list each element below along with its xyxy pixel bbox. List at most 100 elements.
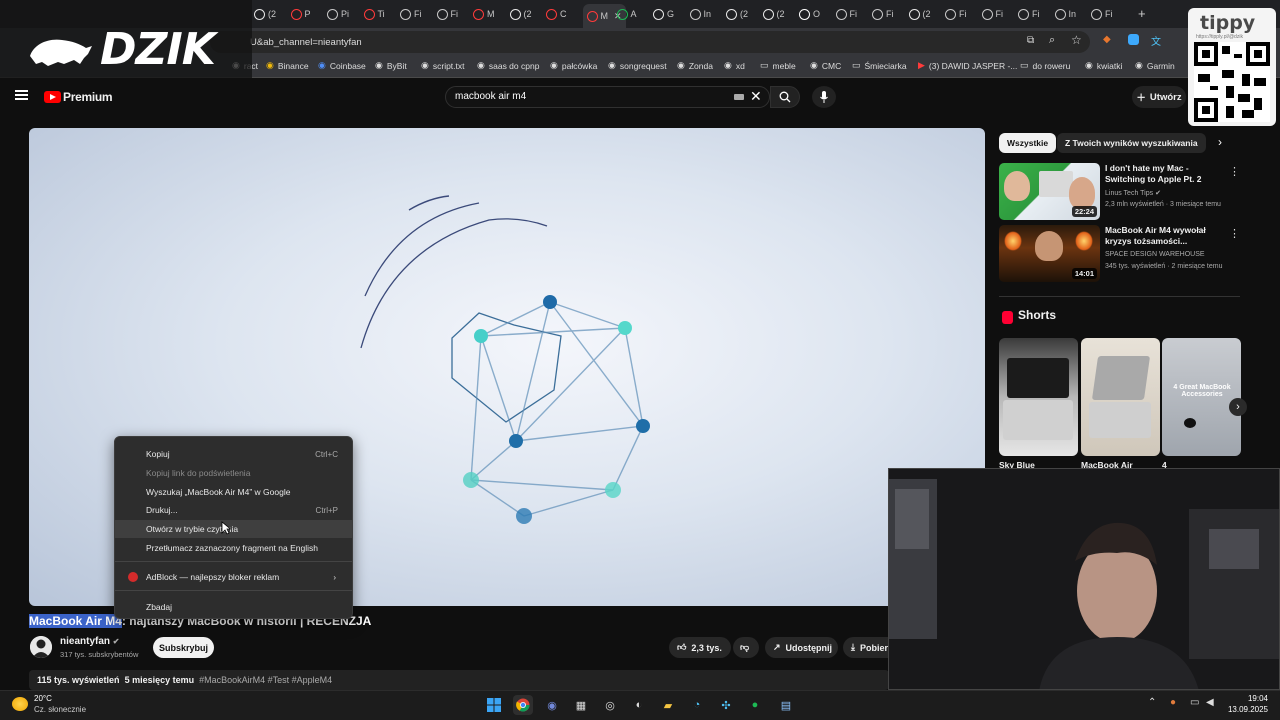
browser-tab[interactable]: Ti bbox=[363, 4, 385, 24]
spotify-icon[interactable]: ● bbox=[745, 695, 765, 715]
channel-avatar[interactable] bbox=[30, 636, 52, 658]
browser-tab[interactable]: Fi bbox=[1091, 4, 1113, 24]
translate-icon[interactable]: 文 bbox=[1151, 33, 1161, 48]
browser-tab[interactable]: Fi bbox=[436, 4, 458, 24]
install-icon[interactable]: ⧉ bbox=[1027, 35, 1034, 46]
browser-tab[interactable]: Fi bbox=[400, 4, 422, 24]
clear-search-icon[interactable]: ✕ bbox=[750, 88, 762, 105]
star-icon[interactable]: ☆ bbox=[1071, 33, 1082, 47]
browser-tab[interactable]: In bbox=[1054, 4, 1076, 24]
browser-tab[interactable]: C bbox=[546, 4, 567, 24]
create-button[interactable]: ＋ Utwórz bbox=[1132, 86, 1186, 108]
browser-tab[interactable]: (2 bbox=[254, 4, 276, 24]
menu-item-print[interactable]: Drukuj... Ctrl+P bbox=[115, 501, 352, 519]
dislike-button[interactable]: 👎︎ bbox=[733, 637, 759, 658]
chip-all[interactable]: Wszystkie bbox=[999, 133, 1057, 153]
tray-chevron-icon[interactable]: ⌃ bbox=[1148, 697, 1156, 708]
app-icon[interactable]: ▦ bbox=[571, 695, 591, 715]
browser-tab[interactable]: A bbox=[616, 4, 637, 24]
volume-icon[interactable]: ◀ bbox=[1206, 697, 1214, 708]
steam-icon[interactable]: ◐ bbox=[629, 695, 649, 715]
network-app-icon[interactable]: ✣ bbox=[716, 695, 736, 715]
more-options-icon[interactable]: ⋮ bbox=[1229, 165, 1240, 178]
browser-tab[interactable]: (2 bbox=[726, 4, 748, 24]
discord-icon[interactable]: ◉ bbox=[542, 695, 562, 715]
bookmark-item[interactable]: ◉ script.txt bbox=[421, 60, 465, 71]
bookmark-item[interactable]: ◉ Zonda bbox=[677, 60, 713, 71]
bookmark-item[interactable]: ◉ songrequest bbox=[608, 60, 667, 71]
more-options-icon[interactable]: ⋮ bbox=[1229, 227, 1240, 240]
browser-tab[interactable]: Fi bbox=[981, 4, 1003, 24]
browser-tab[interactable]: Fi bbox=[945, 4, 967, 24]
browser-tab[interactable]: Fi bbox=[1018, 4, 1040, 24]
search-button[interactable] bbox=[770, 86, 800, 108]
browser-tab[interactable]: (2 bbox=[908, 4, 931, 24]
address-input[interactable]: U&ab_channel=nieantyfan bbox=[210, 31, 1090, 53]
youtube-premium-logo[interactable]: Premium bbox=[63, 90, 113, 104]
clock-time[interactable]: 19:04 bbox=[1220, 694, 1268, 703]
shorts-next-button[interactable]: › bbox=[1229, 398, 1247, 416]
clock-date[interactable]: 13.09.2025 bbox=[1220, 705, 1268, 714]
bookmark-item[interactable]: ▭ meble bbox=[760, 60, 796, 71]
browser-tab[interactable]: (2 bbox=[762, 4, 785, 24]
bookmark-item[interactable]: ▭ do roweru bbox=[1020, 60, 1070, 71]
bookmark-item[interactable]: ◉ CMC bbox=[810, 60, 841, 71]
recommendation-item[interactable]: 14:01 MacBook Air M4 wywołał kryzys tożs… bbox=[999, 225, 1244, 283]
browser-tab[interactable]: Fi bbox=[872, 4, 894, 24]
new-tab-button[interactable]: + bbox=[1138, 6, 1146, 21]
menu-item-reading-mode[interactable]: Otwórz w trybie czytania bbox=[115, 520, 352, 538]
browser-tab[interactable]: O bbox=[799, 4, 820, 24]
short-item[interactable] bbox=[1081, 338, 1160, 456]
weather-sun-icon[interactable] bbox=[12, 697, 28, 711]
share-button[interactable]: ↗ Udostępnij bbox=[765, 637, 838, 658]
zoom-icon[interactable]: ⌕ bbox=[1049, 34, 1055, 47]
youtube-logo-icon[interactable] bbox=[44, 91, 61, 103]
menu-item-search-google[interactable]: Wyszukaj „MacBook Air M4” w Google bbox=[115, 483, 352, 501]
metamask-icon[interactable]: ◆ bbox=[1103, 34, 1111, 45]
bookmark-item[interactable]: ▶ (3) DAWID JASPER -... bbox=[918, 60, 1017, 71]
hashtags[interactable]: #MacBookAirM4 #Test #AppleM4 bbox=[199, 675, 332, 685]
search-input[interactable]: macbook air m4 bbox=[445, 86, 770, 108]
weather-temperature[interactable]: 20°C bbox=[34, 694, 52, 703]
bookmark-item[interactable]: ◉ saas do cpnp bbox=[477, 60, 539, 71]
windows-start-icon[interactable] bbox=[484, 695, 504, 715]
ccleaner-icon[interactable]: ◔ bbox=[687, 695, 707, 715]
menu-item-adblock[interactable]: AdBlock — najlepszy bloker reklam › bbox=[115, 568, 352, 586]
description-box[interactable]: 115 tys. wyświetleń 5 miesięcy temu #Mac… bbox=[29, 670, 889, 690]
keyboard-icon[interactable] bbox=[734, 94, 744, 100]
browser-tab[interactable]: P bbox=[290, 4, 311, 24]
like-button[interactable]: 👍︎ 2,3 tys. bbox=[669, 637, 731, 658]
notepad-icon[interactable]: ▤ bbox=[776, 695, 796, 715]
bookmark-item[interactable]: ◉ pałcówka bbox=[550, 60, 597, 71]
browser-tab[interactable]: G bbox=[653, 4, 674, 24]
menu-icon[interactable] bbox=[15, 90, 28, 100]
extension-icon[interactable] bbox=[1128, 34, 1139, 45]
recommendation-item[interactable]: 22:24 I don't hate my Mac - Switching to… bbox=[999, 163, 1244, 221]
file-explorer-icon[interactable]: ▰ bbox=[658, 695, 678, 715]
short-item[interactable] bbox=[999, 338, 1078, 456]
subscribe-button[interactable]: Subskrybuj bbox=[153, 637, 214, 658]
browser-tab[interactable]: M bbox=[473, 4, 495, 24]
display-tray-icon[interactable]: ▭ bbox=[1190, 697, 1199, 708]
channel-name[interactable]: nieantyfan ✔ bbox=[60, 636, 120, 647]
voice-search-button[interactable] bbox=[812, 86, 836, 108]
menu-item-translate[interactable]: Przetłumacz zaznaczony fragment na Engli… bbox=[115, 539, 352, 557]
bookmark-item[interactable]: ▭ Śmieciarka bbox=[852, 60, 907, 71]
bookmark-item[interactable]: ◉ Garmin bbox=[1135, 60, 1175, 71]
weather-description[interactable]: Cz. słonecznie bbox=[34, 705, 86, 714]
browser-tab[interactable]: In bbox=[689, 4, 711, 24]
bookmark-item[interactable]: ◉ Coinbase bbox=[318, 60, 366, 71]
browser-tab[interactable]: (2 bbox=[509, 4, 532, 24]
browser-tab[interactable]: Pi bbox=[327, 4, 349, 24]
menu-item-inspect[interactable]: Zbadaj bbox=[115, 598, 352, 616]
short-item[interactable]: 4 Great MacBook Accessories bbox=[1162, 338, 1241, 456]
chrome-icon[interactable] bbox=[513, 695, 533, 715]
obs-icon[interactable]: ◎ bbox=[600, 695, 620, 715]
chip-from-search[interactable]: Z Twoich wyników wyszukiwania bbox=[1057, 133, 1206, 153]
bookmark-item[interactable]: ◉ xd bbox=[724, 60, 745, 71]
chips-next-icon[interactable]: › bbox=[1218, 135, 1222, 149]
menu-item-copy[interactable]: Kopiuj Ctrl+C bbox=[115, 445, 352, 463]
browser-tab[interactable]: Fi bbox=[835, 4, 857, 24]
bookmark-item[interactable]: ◉ ByBit bbox=[375, 60, 407, 71]
bookmark-item[interactable]: ◉ kwiatki bbox=[1085, 60, 1122, 71]
